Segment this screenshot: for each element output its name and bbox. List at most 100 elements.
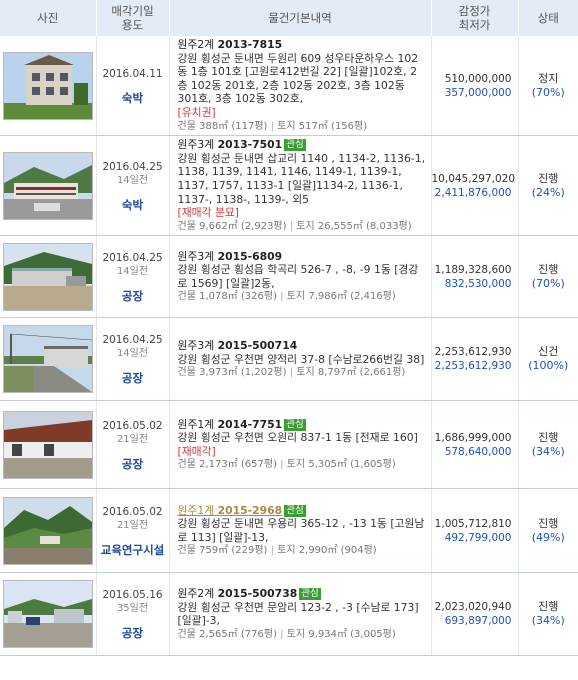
address: 강원 횡성군 우천면 문암리 123-2 , -3 [수남로 173] [일괄]… bbox=[177, 600, 419, 628]
appraisal-price: 1,005,712,810 bbox=[434, 517, 512, 530]
appraisal-price: 2,023,020,940 bbox=[434, 601, 512, 614]
case-line: 원주1계 2014-7751 관심 bbox=[178, 418, 427, 432]
table-row[interactable]: 2016.05.02 21일전 교육연구시설 원주1계 2015-2968 관심 강원 횡… bbox=[0, 488, 578, 574]
status-cell: 신건 (100%) bbox=[518, 317, 578, 402]
table-row[interactable]: 2016.04.25 14일전 공장 원주3계 2015-500714 강원 횡성군 우… bbox=[0, 317, 578, 402]
building-area: 759㎡ (229평) bbox=[199, 545, 268, 557]
court-name: 원주3계 bbox=[177, 338, 215, 352]
case-link[interactable]: 원주3계 2013-7501 bbox=[178, 138, 283, 151]
property-photo[interactable] bbox=[2, 580, 93, 649]
interest-badge[interactable]: 관심 bbox=[299, 588, 321, 601]
sale-date: 2016.04.25 bbox=[102, 251, 163, 264]
case-link[interactable]: 원주2계 2015-500738 bbox=[178, 587, 298, 600]
info-cell: 원주3계 2013-7501 관심 강원 횡성군 둔내면 삽교리 1140 , 11… bbox=[169, 135, 432, 237]
area-divider: | bbox=[277, 459, 287, 471]
table-row[interactable]: 2016.04.11 숙박 원주2계 2013-7815 강원 횡성군 둔내면 두원리… bbox=[0, 36, 578, 137]
land-area: 26,555㎡ (8,033평) bbox=[317, 220, 412, 232]
property-use: 교육연구시설 bbox=[100, 542, 165, 557]
court-name: 원주3계 bbox=[177, 138, 215, 152]
photo-cell bbox=[0, 572, 97, 657]
status-text: 진행 bbox=[538, 262, 559, 276]
property-use: 숙박 bbox=[121, 197, 144, 212]
sale-date: 2016.04.25 bbox=[102, 334, 163, 347]
sale-date: 2016.05.16 bbox=[102, 589, 163, 602]
case-link[interactable]: 원주3계 2015-6809 bbox=[178, 250, 283, 263]
minimum-price: 832,530,000 bbox=[444, 277, 512, 290]
case-link[interactable]: 원주3계 2015-500714 bbox=[178, 339, 298, 352]
status-text: 진행 bbox=[538, 171, 559, 185]
days-ago: 14일전 bbox=[116, 265, 149, 277]
col-price: 감정가 최저가 bbox=[431, 0, 519, 36]
appraisal-price: 2,253,612,930 bbox=[434, 346, 512, 359]
col-status: 상태 bbox=[518, 0, 578, 36]
interest-badge[interactable]: 관심 bbox=[284, 139, 306, 152]
property-photo[interactable] bbox=[2, 325, 93, 394]
interest-badge[interactable]: 관심 bbox=[284, 504, 306, 517]
building-area: 2,173㎡ (657평) bbox=[199, 459, 277, 471]
special-note: [재매각] bbox=[177, 444, 216, 458]
address: 강원 횡성군 둔내면 우용리 365-12 , -13 1동 [고원남로 113… bbox=[177, 517, 425, 544]
photo-cell bbox=[0, 135, 97, 237]
building-area: 3,973㎡ (1,202평) bbox=[199, 367, 287, 379]
land-area: 517㎡ (156평) bbox=[298, 120, 368, 132]
court-name: 원주2계 bbox=[177, 587, 215, 601]
land-label: 토지 bbox=[277, 120, 296, 132]
status-cell: 정지 (70%) bbox=[518, 36, 578, 137]
table-row[interactable]: 2016.05.16 35일전 공장 원주2계 2015-500738 관심 강원 횡성군… bbox=[0, 572, 578, 657]
interest-badge[interactable]: 관심 bbox=[284, 418, 306, 431]
info-cell: 원주2계 2015-500738 관심 강원 횡성군 우천면 문암리 123-2 ,… bbox=[169, 572, 432, 657]
case-line: 원주3계 2015-500714 bbox=[178, 339, 427, 353]
area-line: 건물 3,973㎡ (1,202평) | 토지 8,797㎡ (2,661평) bbox=[178, 366, 427, 380]
table-row[interactable]: 2016.04.25 14일전공장 원주3계 2015-6809 강원 횡성군 횡성읍… bbox=[0, 235, 578, 319]
property-photo[interactable] bbox=[2, 51, 93, 120]
minimum-price: 357,000,000 bbox=[444, 86, 512, 99]
auction-list-table: 사진 매각기일 용도 물건기본내역 감정가 최저가 상태 2016.04.11 숙박 원… bbox=[0, 0, 578, 657]
area-divider: | bbox=[267, 545, 278, 557]
status-cell: 진행 (49%) bbox=[518, 488, 578, 574]
special-note: [유치권] bbox=[177, 105, 216, 119]
area-line: 건물 388㎡ (117평) | 토지 517㎡ (156평) bbox=[178, 120, 427, 134]
status-text: 신건 bbox=[538, 345, 559, 359]
property-use: 공장 bbox=[121, 626, 144, 641]
info-cell: 원주2계 2013-7815 강원 횡성군 둔내면 두원리 609 성우타운하우스… bbox=[169, 36, 432, 137]
table-row[interactable]: 2016.04.25 14일전 숙박 원주3계 2013-7501 관심 강원 횡성군 둔… bbox=[0, 135, 578, 237]
case-link[interactable]: 원주1계 2014-7751 bbox=[178, 418, 283, 431]
property-use: 숙박 bbox=[121, 90, 144, 105]
status-text: 진행 bbox=[538, 516, 559, 530]
minimum-percent: (34%) bbox=[531, 614, 565, 628]
property-photo[interactable] bbox=[2, 242, 93, 311]
court-name: 원주1계 bbox=[177, 417, 215, 431]
address: 강원 횡성군 둔내면 삽교리 1140 , 1134-2, 1136-1, 11… bbox=[177, 151, 426, 206]
price-cell: 10,045,297,020 2,411,876,000 bbox=[431, 135, 519, 237]
land-area: 8,797㎡ (2,661평) bbox=[317, 367, 406, 379]
case-link[interactable]: 원주2계 2013-7815 bbox=[178, 38, 283, 51]
date-use-cell: 2016.04.25 14일전공장 bbox=[96, 235, 170, 319]
building-label: 건물 bbox=[177, 628, 196, 640]
price-cell: 2,253,612,930 2,253,612,930 bbox=[431, 317, 519, 402]
status-cell: 진행 (34%) bbox=[518, 400, 578, 490]
date-use-cell: 2016.05.16 35일전 공장 bbox=[96, 572, 170, 657]
property-photo[interactable] bbox=[2, 151, 93, 220]
status-text: 정지 bbox=[538, 71, 559, 85]
case-line: 원주3계 2013-7501 관심 bbox=[178, 138, 427, 152]
area-line: 건물 759㎡ (229평) | 토지 2,990㎡ (904평) bbox=[178, 544, 427, 558]
days-ago: 21일전 bbox=[116, 519, 149, 531]
case-link[interactable]: 원주1계 2015-2968 bbox=[178, 504, 283, 517]
land-area: 9,934㎡ (3,005평) bbox=[308, 628, 396, 640]
property-use: 공장 bbox=[121, 288, 144, 303]
property-photo[interactable] bbox=[2, 410, 93, 479]
status-cell: 진행 (24%) bbox=[518, 135, 578, 237]
col-date-use: 매각기일 용도 bbox=[96, 0, 170, 36]
special-note: [재매각 분묘] bbox=[177, 206, 240, 220]
table-row[interactable]: 2016.05.02 21일전 공장 원주1계 2014-7751 관심 강원 횡성군 우… bbox=[0, 400, 578, 490]
property-photo[interactable] bbox=[2, 496, 93, 565]
case-number: 2013-7501 bbox=[217, 138, 283, 152]
address: 강원 횡성군 횡성읍 학곡리 526-7 , -8, -9 1동 [경강로 15… bbox=[177, 263, 419, 290]
days-ago: 14일전 bbox=[116, 348, 149, 360]
building-label: 건물 bbox=[177, 459, 196, 471]
status-text: 진행 bbox=[538, 600, 559, 614]
land-label: 토지 bbox=[286, 459, 306, 471]
photo-cell bbox=[0, 235, 97, 319]
days-ago: 14일전 bbox=[116, 174, 149, 186]
court-name: 원주1계 bbox=[177, 503, 215, 517]
